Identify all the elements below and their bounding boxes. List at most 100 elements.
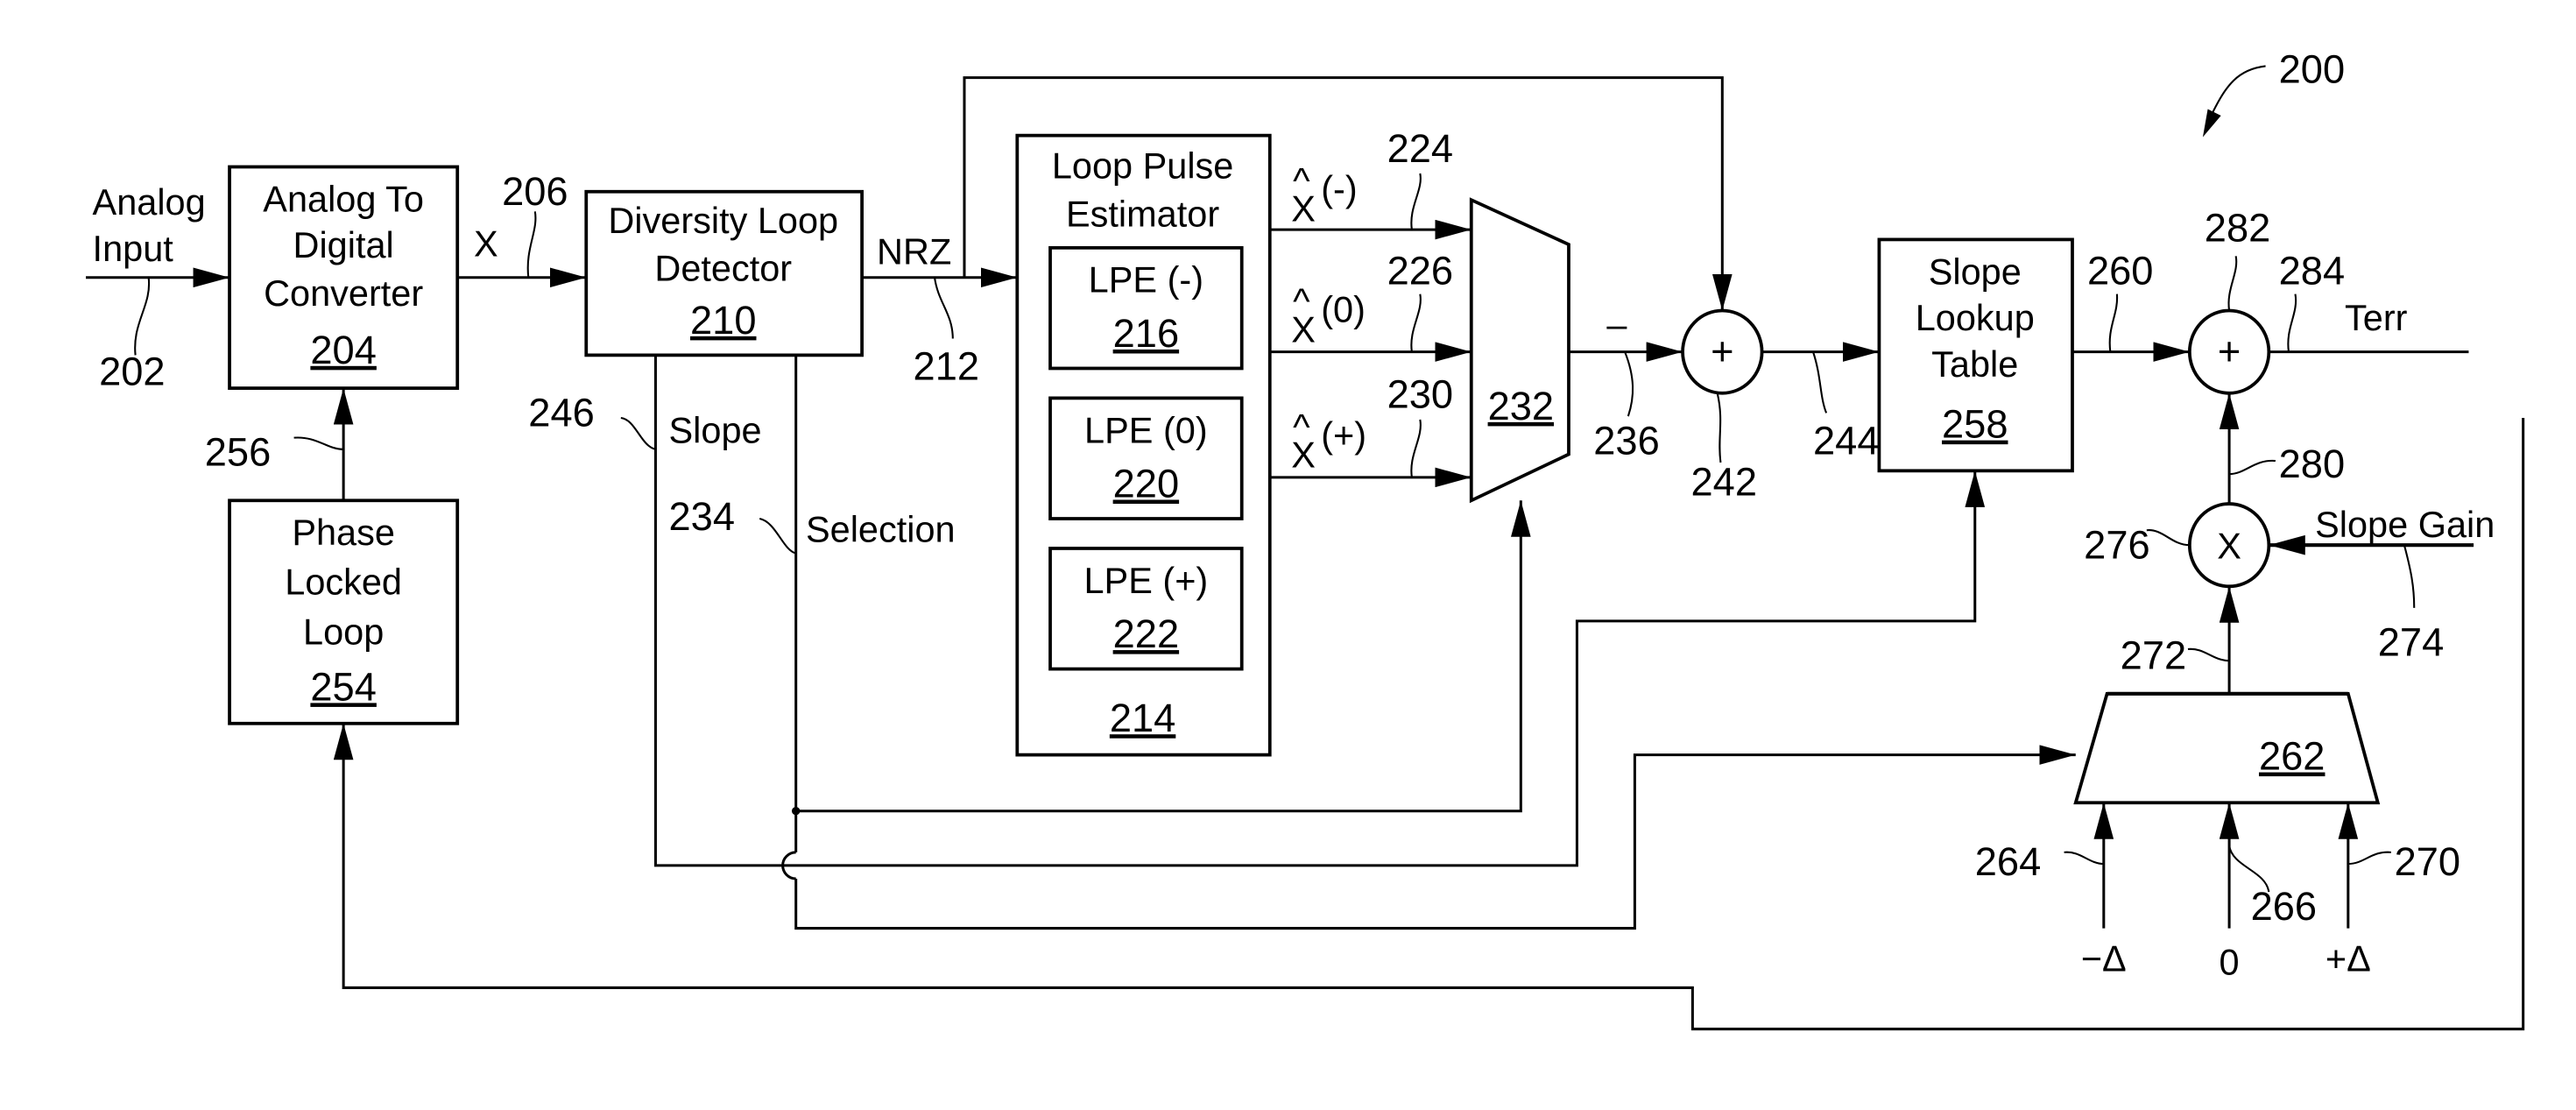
summer-242[interactable]: + 242 xyxy=(1681,308,1764,505)
ref-274: 274 xyxy=(2378,620,2444,665)
zero-label: 0 xyxy=(2220,941,2240,982)
lpe-plus-ref: 222 xyxy=(1113,612,1179,656)
ref-234: 234 xyxy=(669,494,735,539)
ref-224-leader xyxy=(1410,173,1422,230)
slope-lut-label-3: Table xyxy=(1931,343,2018,385)
lpe-label-2: Estimator xyxy=(1066,193,1219,234)
summer-282[interactable]: + 282 xyxy=(2187,205,2270,395)
analog-input-label-2: Input xyxy=(93,228,174,269)
terr-label: Terr xyxy=(2345,297,2408,338)
ref-264: 264 xyxy=(1975,839,2041,884)
figure-ref-leader xyxy=(2212,65,2266,113)
mux-262-ref: 262 xyxy=(2259,734,2325,779)
pll-label-2: Locked xyxy=(285,562,402,603)
adc-ref: 204 xyxy=(310,328,376,372)
slope-lut-ref: 258 xyxy=(1942,402,2008,447)
mux-232-ref: 232 xyxy=(1488,384,1554,428)
lpe-outputs: X ^ (-) X ^ (0) X ^ (+) 224 226 230 xyxy=(1269,126,1471,488)
ref-242: 242 xyxy=(1691,460,1757,505)
dld-label-2: Detector xyxy=(654,248,792,289)
mux-262-shape[interactable] xyxy=(2073,691,2381,805)
dld-label-1: Diversity Loop xyxy=(608,200,838,241)
diversity-loop-detector-block[interactable]: Diversity Loop Detector 210 xyxy=(584,189,864,357)
ref-234-leader xyxy=(759,518,797,555)
loop-pulse-estimator-block[interactable]: Loop Pulse Estimator 214 LPE (-) 216 LPE… xyxy=(1015,133,1272,757)
xhat-plus-sub: (+) xyxy=(1321,414,1366,456)
minus-delta-label: −Δ xyxy=(2081,938,2127,979)
adc-label-1: Analog To xyxy=(263,178,424,219)
ref-246-leader xyxy=(620,416,656,450)
ref-272-leader xyxy=(2187,647,2230,662)
mux-output: – 236 xyxy=(1568,304,1683,463)
phase-locked-loop-block[interactable]: Phase Locked Loop 254 xyxy=(228,498,460,725)
xhat-zero-hat: ^ xyxy=(1293,280,1310,322)
multiplier-276-symbol: X xyxy=(2217,525,2241,566)
mux-262-inputs: −Δ 0 +Δ 264 266 270 xyxy=(1975,802,2460,982)
pll-ref: 254 xyxy=(310,664,376,709)
lpe-zero-ref: 220 xyxy=(1113,462,1179,506)
circuit-diagram: 200 Analog Input 202 Analog To Digital C… xyxy=(86,46,2525,1031)
xhat-plus-hat: ^ xyxy=(1293,407,1310,448)
ref-236-leader xyxy=(1624,351,1634,417)
multiplier-276[interactable]: X 276 280 xyxy=(2084,392,2345,589)
x-signal: X 206 xyxy=(457,169,587,288)
ref-272: 272 xyxy=(2121,633,2186,678)
figure-ref-200: 200 xyxy=(2202,46,2345,138)
adc-block[interactable]: Analog To Digital Converter 204 xyxy=(228,165,460,390)
ref-256: 256 xyxy=(205,430,271,475)
ref-276-leader xyxy=(2146,529,2190,547)
analog-input: Analog Input 202 xyxy=(86,181,230,393)
ref-244: 244 xyxy=(1813,418,1879,463)
slope-lookup-table-block[interactable]: Slope Lookup Table 258 xyxy=(1877,237,2074,473)
dld-ref: 210 xyxy=(690,298,756,343)
analog-input-label-1: Analog xyxy=(93,181,206,223)
ref-276: 276 xyxy=(2084,522,2149,567)
ref-212: 212 xyxy=(914,344,979,389)
x-label: X xyxy=(474,223,498,264)
slope-lut-label-1: Slope xyxy=(1929,251,2022,292)
ref-256-leader xyxy=(293,436,344,450)
ref-280-leader xyxy=(2229,459,2276,476)
ref-246: 246 xyxy=(528,390,594,435)
xhat-minus-sub: (-) xyxy=(1321,168,1357,209)
slope-wire xyxy=(653,355,1986,867)
summer-242-symbol: + xyxy=(1711,329,1733,374)
lpe-ref: 214 xyxy=(1110,696,1175,740)
ref-280: 280 xyxy=(2279,442,2345,486)
ref-264-leader xyxy=(2064,851,2104,866)
ref-244-leader xyxy=(1812,351,1828,414)
ref-206: 206 xyxy=(502,169,568,214)
lpe-label-1: Loop Pulse xyxy=(1052,145,1234,187)
mux-262[interactable]: 262 272 xyxy=(2073,586,2381,805)
adc-label-2: Digital xyxy=(293,224,394,265)
ref-284-leader xyxy=(2287,293,2297,352)
minus-sign: – xyxy=(1606,304,1627,345)
slope-gain-input: Slope Gain 274 xyxy=(2269,504,2495,665)
junction-dot xyxy=(791,807,801,816)
ref-266: 266 xyxy=(2251,884,2317,929)
lpe-minus-label: LPE (-) xyxy=(1089,259,1203,300)
ref-270: 270 xyxy=(2395,839,2460,884)
ref-202-leader xyxy=(134,277,151,356)
pll-label-3: Loop xyxy=(303,611,384,652)
ref-260-leader xyxy=(2108,293,2119,352)
terr-output: Terr 284 xyxy=(2269,248,2469,354)
ref-284: 284 xyxy=(2279,248,2345,293)
selection-label: Selection xyxy=(806,508,956,549)
pll-label-1: Phase xyxy=(292,512,395,553)
mux-232-shape[interactable] xyxy=(1469,197,1570,504)
mux-232[interactable]: 232 xyxy=(1469,197,1570,504)
lpe-zero-label: LPE (0) xyxy=(1084,409,1208,450)
ref-212-leader xyxy=(934,277,954,339)
figure-ref-label: 200 xyxy=(2279,46,2345,91)
ref-242-leader xyxy=(1716,392,1722,463)
nrz-label: NRZ xyxy=(877,231,951,272)
ref-230: 230 xyxy=(1387,372,1453,417)
xhat-minus-hat: ^ xyxy=(1293,160,1310,201)
selection-to-mux262-wire xyxy=(794,745,2076,930)
slope-label: Slope xyxy=(669,409,762,450)
ref-226: 226 xyxy=(1387,248,1453,293)
adc-label-3: Converter xyxy=(264,272,423,314)
lpe-minus-ref: 216 xyxy=(1113,311,1179,356)
plus-delta-label: +Δ xyxy=(2325,938,2371,979)
